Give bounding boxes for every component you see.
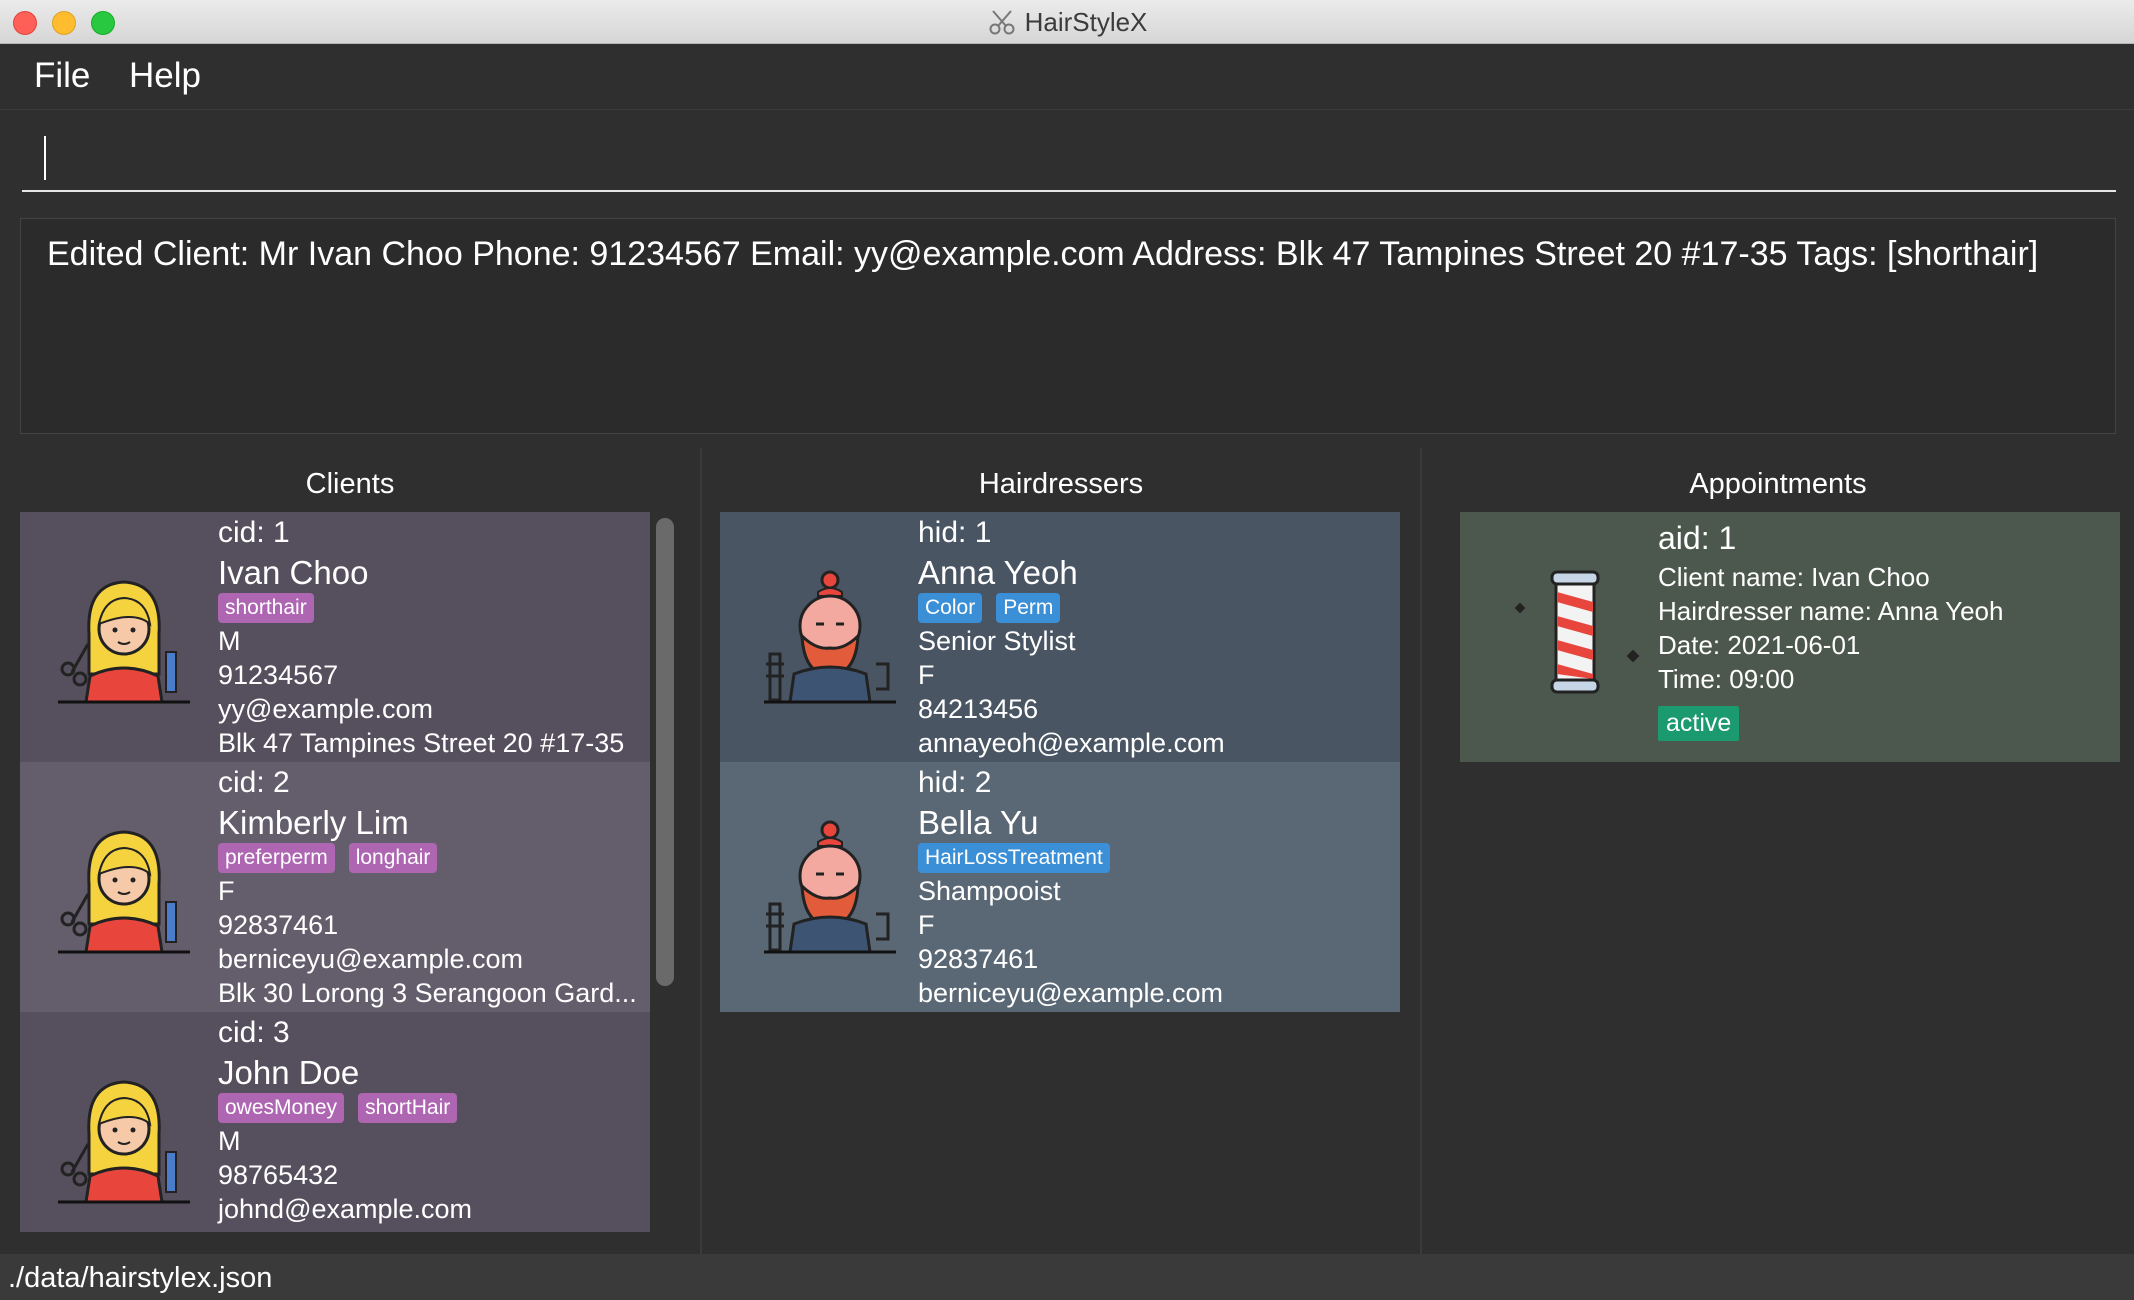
clients-scrollbar[interactable]: [656, 518, 674, 986]
window-title: HairStyleX: [1024, 6, 1148, 37]
client-avatar-icon: [58, 830, 190, 954]
appointment-status-badge: active: [1658, 706, 1740, 741]
appointment-client: Client name: Ivan Choo: [1658, 562, 1930, 592]
result-display: Edited Client: Mr Ivan Choo Phone: 91234…: [20, 218, 2116, 434]
client-tag: shorthair: [218, 593, 314, 623]
client-address: Blk 30 Lorong 3 Serangoon Gard...: [218, 978, 637, 1008]
appointment-date: Date: 2021-06-01: [1658, 630, 1861, 660]
client-tag: longhair: [348, 843, 438, 873]
client-card[interactable]: cid: 3 John Doe owesMoney shortHair M 98…: [20, 1012, 650, 1232]
hairdresser-title: Shampooist: [918, 876, 1061, 906]
hairdresser-phone: 84213456: [918, 694, 1039, 724]
title-bar: HairStyleX: [0, 0, 2134, 44]
client-gender: M: [218, 626, 241, 656]
hairdresser-tag: HairLossTreatment: [918, 843, 1110, 873]
client-name: Ivan Choo: [218, 554, 369, 591]
client-phone: 91234567: [218, 660, 339, 690]
hairdresser-tags: HairLossTreatment: [918, 843, 1110, 873]
hairdresser-id: hid: 1: [918, 516, 992, 549]
appointment-time: Time: 09:00: [1658, 664, 1795, 694]
client-tags: shorthair: [218, 593, 314, 623]
client-address: Blk 47 Tampines Street 20 #17-35: [218, 728, 625, 758]
text-cursor: [44, 136, 46, 180]
appointments-panel-title: Appointments: [1689, 468, 1867, 500]
client-name: Kimberly Lim: [218, 804, 409, 841]
client-name: John Doe: [218, 1054, 360, 1091]
status-bar: ./data/hairstylex.json: [0, 1254, 2134, 1300]
client-card[interactable]: cid: 2 Kimberly Lim preferperm longhair …: [20, 762, 650, 1012]
hairdresser-tags: Color Perm: [918, 593, 1061, 623]
client-tag: preferperm: [218, 843, 335, 873]
client-email: johnd@example.com: [218, 1194, 473, 1224]
appointment-hairdresser: Hairdresser name: Anna Yeoh: [1658, 596, 2004, 626]
appointment-id: aid: 1: [1658, 520, 1737, 556]
menu-bar: File Help: [0, 44, 2134, 110]
client-id: cid: 2: [218, 766, 290, 799]
menu-file[interactable]: File: [34, 56, 90, 96]
client-tags: preferperm longhair: [218, 843, 438, 873]
hairdresser-email: berniceyu@example.com: [918, 978, 1224, 1008]
hairdresser-name: Bella Yu: [918, 804, 1039, 841]
hairdresser-avatar-icon: [764, 820, 896, 954]
client-tag: owesMoney: [218, 1093, 345, 1123]
hairdresser-email: annayeoh@example.com: [918, 728, 1225, 758]
hairdressers-panel-title: Hairdressers: [978, 468, 1144, 500]
client-email: berniceyu@example.com: [218, 944, 524, 974]
hairdresser-id: hid: 2: [918, 766, 992, 799]
hairdresser-title: Senior Stylist: [918, 626, 1076, 656]
client-id: cid: 3: [218, 1016, 290, 1049]
client-tags: owesMoney shortHair: [218, 1093, 458, 1123]
hairdresser-card[interactable]: hid: 1 Anna Yeoh Color Perm Senior Styli…: [720, 512, 1400, 762]
client-avatar-icon: [58, 580, 190, 704]
client-gender: F: [218, 876, 235, 906]
menu-help[interactable]: Help: [129, 56, 201, 96]
client-phone: 92837461: [218, 910, 339, 940]
barber-pole-icon: [1514, 570, 1640, 694]
data-file-path: ./data/hairstylex.json: [8, 1262, 273, 1294]
hairdresser-name: Anna Yeoh: [918, 554, 1078, 591]
client-gender: M: [218, 1126, 241, 1156]
client-id: cid: 1: [218, 516, 290, 549]
scissors-icon: [989, 10, 1015, 35]
client-email: yy@example.com: [218, 694, 433, 724]
hairdresser-gender: F: [918, 910, 935, 940]
client-card[interactable]: cid: 1 Ivan Choo shorthair M 91234567 yy…: [20, 512, 650, 762]
hairdresser-tag: Color: [918, 593, 983, 623]
hairdresser-phone: 92837461: [918, 944, 1039, 974]
appointment-card[interactable]: aid: 1 Client name: Ivan Choo Hairdresse…: [1460, 512, 2120, 762]
client-avatar-icon: [58, 1080, 190, 1204]
clients-panel-title: Clients: [305, 468, 395, 500]
hairdresser-gender: F: [918, 660, 935, 690]
client-phone: 98765432: [218, 1160, 339, 1190]
hairdresser-avatar-icon: [764, 570, 896, 704]
hairdresser-card[interactable]: hid: 2 Bella Yu HairLossTreatment Shampo…: [720, 762, 1400, 1012]
hairdresser-tag: Perm: [996, 593, 1061, 623]
command-input[interactable]: [22, 124, 2116, 192]
client-tag: shortHair: [358, 1093, 458, 1123]
